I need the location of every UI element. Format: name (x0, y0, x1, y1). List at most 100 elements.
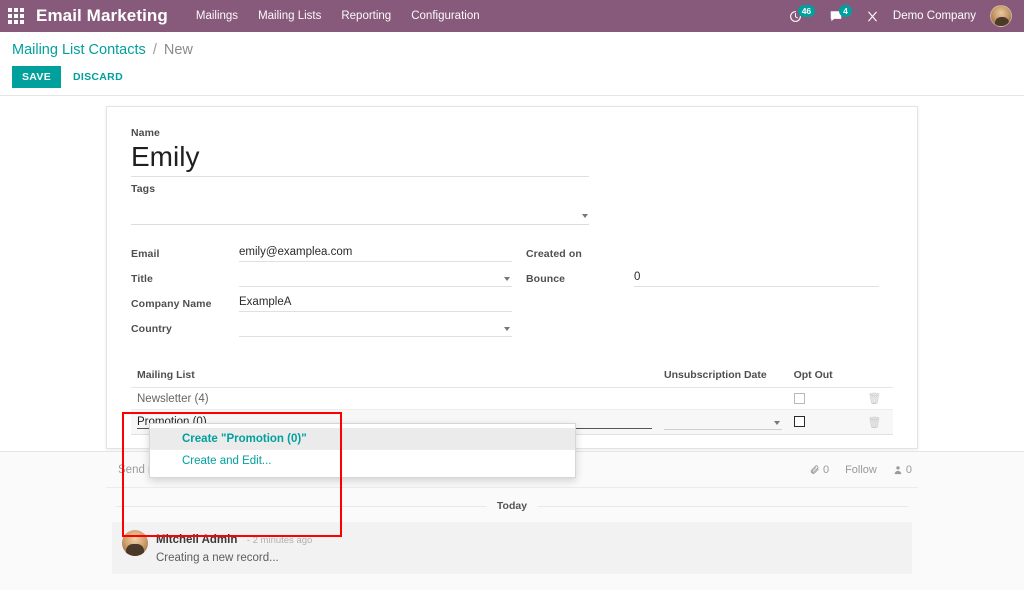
trash-icon[interactable]: 🗑 (862, 392, 887, 405)
title-input[interactable] (239, 270, 512, 287)
menu-item-reporting[interactable]: Reporting (341, 10, 391, 22)
menu-item-mailing-lists[interactable]: Mailing Lists (258, 10, 321, 22)
paperclip-icon (810, 465, 820, 475)
created-on-value (634, 242, 879, 263)
field-bounce: Bounce (526, 268, 893, 287)
company-name-value (239, 292, 512, 313)
cell-opt-out[interactable] (788, 388, 856, 410)
record-action-buttons: SAVE DISCARD (12, 66, 1024, 88)
user-avatar[interactable] (990, 5, 1012, 27)
email-label: Email (131, 248, 239, 262)
table-row[interactable]: Newsletter (4) 🗑 (131, 388, 893, 410)
email-value (239, 242, 512, 263)
cell-unsubscription-date-editing[interactable] (658, 410, 788, 435)
menu-item-mailings[interactable]: Mailings (196, 10, 238, 22)
apps-grid-icon[interactable] (6, 6, 26, 26)
form-columns: Email Title Company Name (131, 243, 893, 343)
company-name-label: Company Name (131, 298, 239, 312)
field-country: Country (131, 318, 512, 337)
breadcrumb-current: New (164, 42, 193, 58)
created-on-label: Created on (526, 248, 634, 262)
trash-icon[interactable]: 🗑 (862, 416, 887, 429)
save-button[interactable]: SAVE (12, 66, 61, 88)
form-content-area: Name Tags Email Title (0, 96, 1024, 451)
opt-out-checkbox[interactable] (794, 416, 805, 427)
cell-mailing-list[interactable]: Newsletter (4) (131, 388, 658, 410)
cell-opt-out-editing[interactable] (788, 410, 856, 435)
cell-delete[interactable]: 🗑 (856, 388, 893, 410)
main-menu: Mailings Mailing Lists Reporting Configu… (196, 10, 480, 22)
breadcrumb-separator: / (153, 42, 157, 58)
field-created-on: Created on (526, 243, 893, 262)
attachment-count: 0 (823, 464, 829, 476)
country-value (239, 317, 512, 338)
separator-line-left (116, 506, 487, 507)
autocomplete-option-create[interactable]: Create "Promotion (0)" (150, 428, 575, 450)
tags-label: Tags (131, 183, 893, 195)
country-input[interactable] (239, 320, 512, 337)
message-header: Mitchell Admin - 2 minutes ago (156, 530, 902, 548)
opt-out-checkbox[interactable] (794, 393, 805, 404)
breadcrumb-root-link[interactable]: Mailing List Contacts (12, 42, 146, 58)
activities-count-badge: 46 (798, 5, 815, 17)
message-author: Mitchell Admin (156, 534, 237, 546)
message-timestamp: - 2 minutes ago (247, 535, 312, 546)
form-column-left: Email Title Company Name (131, 243, 512, 343)
column-header-unsubscription-date[interactable]: Unsubscription Date (658, 365, 788, 388)
navbar-systray: 46 4 Demo Company (789, 5, 1016, 27)
menu-item-configuration[interactable]: Configuration (411, 10, 479, 22)
chatter-message: Mitchell Admin - 2 minutes ago Creating … (112, 522, 912, 574)
unsubscription-date-input[interactable] (664, 414, 782, 430)
chatter-meta: 0 Follow 0 (810, 464, 912, 476)
title-label: Title (131, 273, 239, 287)
autocomplete-option-create-and-edit[interactable]: Create and Edit... (150, 450, 575, 472)
control-panel: Mailing List Contacts / New SAVE DISCARD (0, 32, 1024, 96)
field-email: Email (131, 243, 512, 262)
company-switcher[interactable]: Demo Company (893, 10, 976, 22)
day-separator: Today (106, 488, 918, 520)
created-on-input (634, 245, 879, 262)
column-header-opt-out[interactable]: Opt Out (788, 365, 856, 388)
followers-button[interactable]: 0 (893, 464, 912, 476)
cell-unsubscription-date[interactable] (658, 388, 788, 410)
author-avatar (122, 530, 148, 556)
day-separator-label: Today (487, 500, 537, 512)
messaging-menu[interactable]: 4 (829, 10, 852, 23)
chevron-down-icon (504, 277, 510, 281)
form-column-right: Created on Bounce (512, 243, 893, 343)
email-input[interactable] (239, 245, 512, 262)
bounce-input[interactable] (634, 270, 879, 287)
followers-count: 0 (906, 464, 912, 476)
discard-button[interactable]: DISCARD (69, 66, 127, 88)
title-value (239, 267, 512, 288)
attachments-button[interactable]: 0 (810, 464, 829, 476)
chevron-down-icon (582, 214, 588, 218)
name-label: Name (131, 127, 893, 139)
record-form-sheet: Name Tags Email Title (106, 106, 918, 449)
breadcrumb: Mailing List Contacts / New (12, 40, 1024, 60)
cell-delete-editing[interactable]: 🗑 (856, 410, 893, 435)
table-header-row: Mailing List Unsubscription Date Opt Out (131, 365, 893, 388)
field-tags: Tags (131, 183, 893, 225)
debug-menu[interactable] (866, 10, 879, 23)
messages-count-badge: 4 (839, 5, 852, 17)
message-body: Mitchell Admin - 2 minutes ago Creating … (156, 530, 902, 564)
user-icon (893, 465, 903, 475)
separator-line-right (537, 506, 908, 507)
field-title: Title (131, 268, 512, 287)
column-header-mailing-list[interactable]: Mailing List (131, 365, 658, 388)
chevron-down-icon (504, 327, 510, 331)
mailing-list-autocomplete-dropdown[interactable]: Create "Promotion (0)" Create and Edit..… (149, 423, 576, 478)
mailing-list-table-wrapper: Mailing List Unsubscription Date Opt Out… (131, 365, 893, 435)
field-company-name: Company Name (131, 293, 512, 312)
company-name-input[interactable] (239, 295, 512, 312)
column-header-delete (856, 365, 893, 388)
activities-menu[interactable]: 46 (789, 10, 815, 23)
bounce-label: Bounce (526, 273, 634, 287)
top-navbar: Email Marketing Mailings Mailing Lists R… (0, 0, 1024, 32)
name-input[interactable] (131, 139, 589, 177)
app-brand-title[interactable]: Email Marketing (36, 6, 168, 26)
tags-input[interactable] (131, 204, 589, 225)
follow-button[interactable]: Follow (845, 464, 877, 476)
tools-icon (866, 10, 879, 23)
